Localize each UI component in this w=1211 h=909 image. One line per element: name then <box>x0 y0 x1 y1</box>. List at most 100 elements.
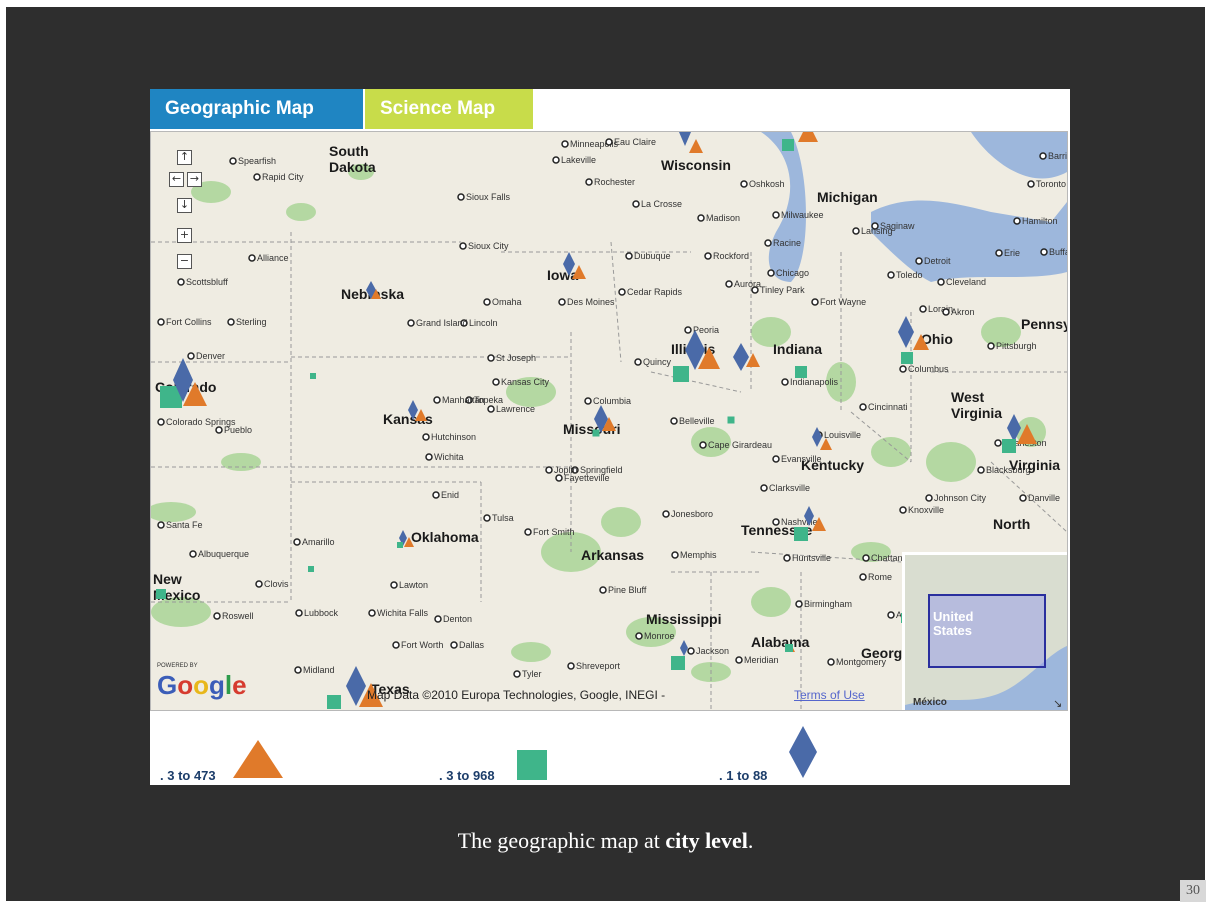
city-dot-oshkosh <box>740 180 748 188</box>
square-marker[interactable] <box>156 589 166 599</box>
inset-collapse-icon[interactable]: ↘ <box>1053 697 1062 710</box>
city-dot-chicago <box>767 269 775 277</box>
city-label-dallas: Dallas <box>459 640 485 650</box>
tab-science-map[interactable]: Science Map <box>365 89 533 129</box>
city-label-sioux-falls: Sioux Falls <box>466 192 511 202</box>
city-dot-detroit <box>915 257 923 265</box>
city-dot-minneapolis <box>561 140 569 148</box>
zoom-in-button[interactable]: + <box>177 228 192 243</box>
city-label-santa-fe: Santa Fe <box>166 520 203 530</box>
pan-left-button[interactable]: ← <box>169 172 184 187</box>
city-dot-monroe <box>635 632 643 640</box>
city-dot-wichita-falls <box>368 609 376 617</box>
square-marker[interactable] <box>327 695 341 709</box>
square-marker[interactable] <box>673 366 689 382</box>
city-dot-cleveland <box>937 278 945 286</box>
city-dot-montgomery <box>827 658 835 666</box>
terms-of-use-link[interactable]: Terms of Use <box>794 688 865 702</box>
city-label-cedar-rapids: Cedar Rapids <box>627 287 683 297</box>
square-marker[interactable] <box>795 366 807 378</box>
city-dot-pine-bluff <box>599 586 607 594</box>
square-marker[interactable] <box>310 373 316 379</box>
city-dot-scottsbluff <box>177 278 185 286</box>
city-label-belleville: Belleville <box>679 416 715 426</box>
square-marker[interactable] <box>782 139 794 151</box>
city-dot-la-crosse <box>632 200 640 208</box>
city-dot-sioux-falls <box>457 193 465 201</box>
city-dot-cincinnati <box>859 403 867 411</box>
city-dot-erie <box>995 249 1003 257</box>
city-label-cincinnati: Cincinnati <box>868 402 908 412</box>
city-dot-joplin <box>545 466 553 474</box>
city-dot-enid <box>432 491 440 499</box>
square-marker[interactable] <box>727 416 735 424</box>
city-dot-cedar-rapids <box>618 288 626 296</box>
city-dot-quincy <box>634 358 642 366</box>
city-label-columbus: Columbus <box>908 364 949 374</box>
city-label-rome: Rome <box>868 572 892 582</box>
pan-down-button[interactable]: ↓ <box>177 198 192 213</box>
city-label-roswell: Roswell <box>222 611 254 621</box>
square-marker[interactable] <box>592 429 600 437</box>
city-dot-eau-claire <box>605 138 613 146</box>
state-label-mississippi: Mississippi <box>646 611 721 627</box>
city-dot-indianapolis <box>781 378 789 386</box>
city-dot-lubbock <box>295 609 303 617</box>
state-label-wisconsin: Wisconsin <box>661 157 731 173</box>
powered-by-label: POWERED BY <box>157 663 198 669</box>
state-label-pennsylvania: Pennsylvania <box>1021 316 1067 332</box>
city-label-tulsa: Tulsa <box>492 513 514 523</box>
pan-up-button[interactable]: ↑ <box>177 150 192 165</box>
city-label-fort-wayne: Fort Wayne <box>820 297 866 307</box>
city-dot-shreveport <box>567 662 575 670</box>
pan-right-button[interactable]: → <box>187 172 202 187</box>
square-marker[interactable] <box>794 527 808 541</box>
city-dot-rome <box>859 573 867 581</box>
city-dot-columbus <box>899 365 907 373</box>
city-label-akron: Akron <box>951 307 975 317</box>
city-label-memphis: Memphis <box>680 550 717 560</box>
city-dot-grand-island <box>407 319 415 327</box>
overview-inset-map[interactable]: United States México ↘ <box>902 552 1067 710</box>
legend: . 3 to 473 . 3 to 968 . 1 to 88 <box>150 712 1070 785</box>
city-dot-manhattan <box>433 396 441 404</box>
city-label-eau-claire: Eau Claire <box>614 137 656 147</box>
city-label-amarillo: Amarillo <box>302 537 335 547</box>
city-dot-amarillo <box>293 538 301 546</box>
park-area <box>511 642 551 662</box>
zoom-out-button[interactable]: − <box>177 254 192 269</box>
city-dot-midland <box>294 666 302 674</box>
city-dot-dallas <box>450 641 458 649</box>
square-marker[interactable] <box>1002 439 1016 453</box>
city-dot-lawton <box>390 581 398 589</box>
city-label-toledo: Toledo <box>896 270 923 280</box>
city-dot-des-moines <box>558 298 566 306</box>
square-marker[interactable] <box>308 566 314 572</box>
city-label-joplin: Joplin <box>554 465 578 475</box>
city-dot-akron <box>942 308 950 316</box>
city-dot-meridian <box>735 656 743 664</box>
city-label-sterling: Sterling <box>236 317 267 327</box>
city-dot-jonesboro <box>662 510 670 518</box>
city-dot-lansing <box>852 227 860 235</box>
state-label-new-mexico-line1: New <box>153 571 182 587</box>
city-label-clovis: Clovis <box>264 579 289 589</box>
square-marker[interactable] <box>901 352 913 364</box>
geographic-map[interactable]: Spearfish Rapid City Sioux Falls Minneapoli… <box>150 131 1068 711</box>
square-marker[interactable] <box>397 542 403 548</box>
square-marker[interactable] <box>785 644 793 652</box>
city-dot-pueblo <box>215 426 223 434</box>
city-label-aurora: Aurora <box>734 279 761 289</box>
city-dot-fayetteville <box>555 474 563 482</box>
city-label-detroit: Detroit <box>924 256 951 266</box>
city-label-clarksville: Clarksville <box>769 483 810 493</box>
city-dot-tyler <box>513 670 521 678</box>
legend-label-square: . 3 to 968 <box>439 768 495 783</box>
city-label-jonesboro: Jonesboro <box>671 509 713 519</box>
square-marker[interactable] <box>671 656 685 670</box>
state-label-michigan: Michigan <box>817 189 878 205</box>
city-label-spearfish: Spearfish <box>238 156 276 166</box>
city-label-oshkosh: Oshkosh <box>749 179 785 189</box>
city-label-lawton: Lawton <box>399 580 428 590</box>
tab-geographic-map[interactable]: Geographic Map <box>150 89 363 129</box>
